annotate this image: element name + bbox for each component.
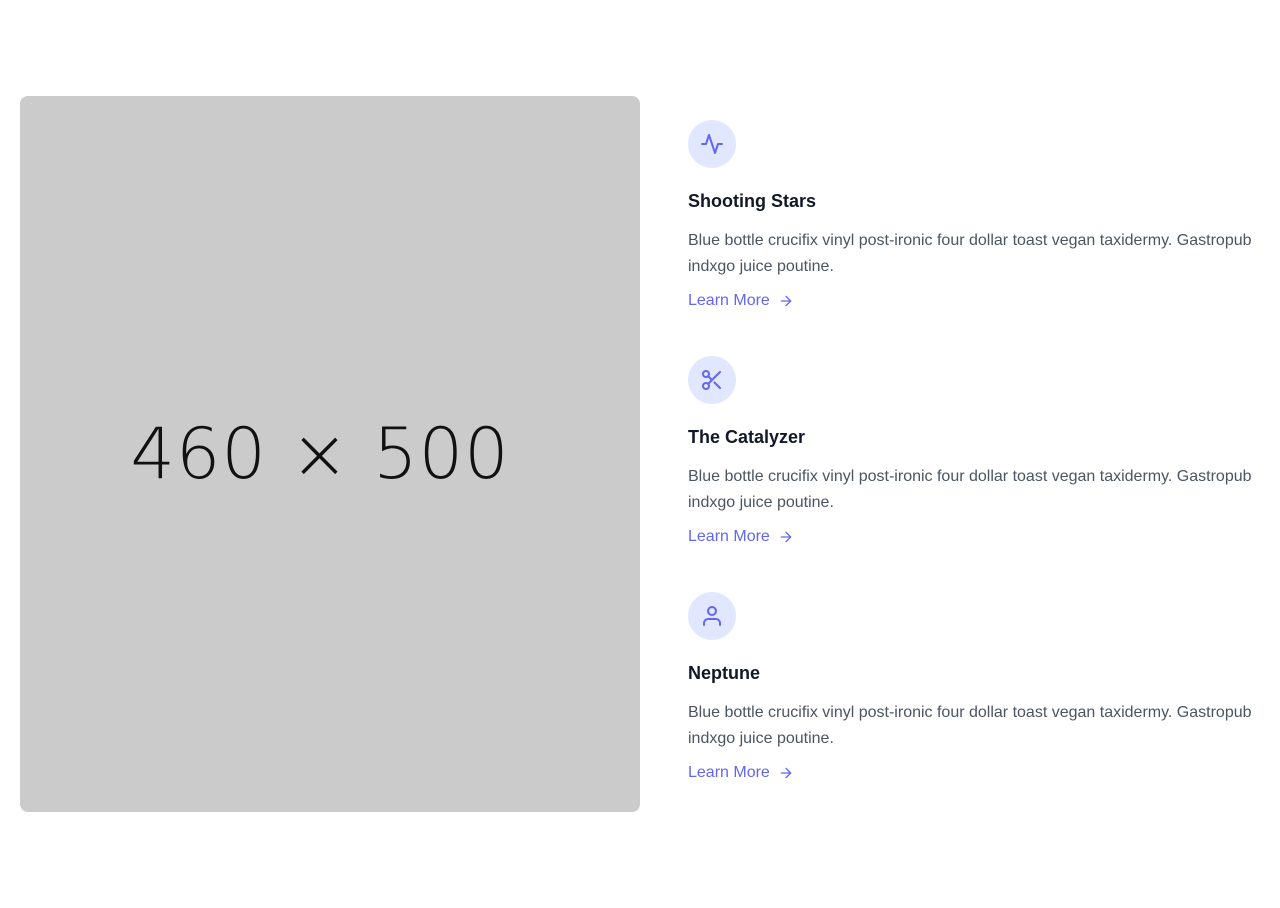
arrow-right-icon <box>780 531 792 543</box>
feature-description: Blue bottle crucifix vinyl post-ironic f… <box>688 232 1252 275</box>
placeholder-image-label: 460 × 500 <box>130 413 510 495</box>
feature-icon-wrapper <box>688 356 736 404</box>
arrow-right-icon <box>780 295 792 307</box>
feature-description: Blue bottle crucifix vinyl post-ironic f… <box>688 704 1252 747</box>
arrow-right-icon <box>780 767 792 779</box>
learn-more-label: Learn More <box>688 528 770 545</box>
feature-item: The Catalyzer Blue bottle crucifix vinyl… <box>688 356 1268 592</box>
learn-more-label: Learn More <box>688 292 770 309</box>
feature-title: Shooting Stars <box>688 191 817 211</box>
feature-title: The Catalyzer <box>688 427 806 447</box>
feature-description: Blue bottle crucifix vinyl post-ironic f… <box>688 468 1252 511</box>
learn-more-link[interactable]: Learn More <box>688 763 794 783</box>
feature-icon-wrapper <box>688 592 736 640</box>
learn-more-label: Learn More <box>688 764 770 781</box>
feature-title: Neptune <box>688 663 760 683</box>
user-icon <box>703 606 721 626</box>
feature-item: Neptune Blue bottle crucifix vinyl post-… <box>688 592 1268 828</box>
feature-section: 460 × 500 Shooting Stars Blue bottle cru… <box>0 0 1280 908</box>
feature-item: Shooting Stars Blue bottle crucifix viny… <box>688 120 1268 356</box>
scissors-icon <box>702 370 721 390</box>
placeholder-image: 460 × 500 <box>20 96 640 812</box>
feature-list: Shooting Stars Blue bottle crucifix viny… <box>688 120 1268 828</box>
learn-more-link[interactable]: Learn More <box>688 527 794 547</box>
feature-icon-wrapper <box>688 120 736 168</box>
activity-icon <box>701 134 723 154</box>
learn-more-link[interactable]: Learn More <box>688 291 794 311</box>
